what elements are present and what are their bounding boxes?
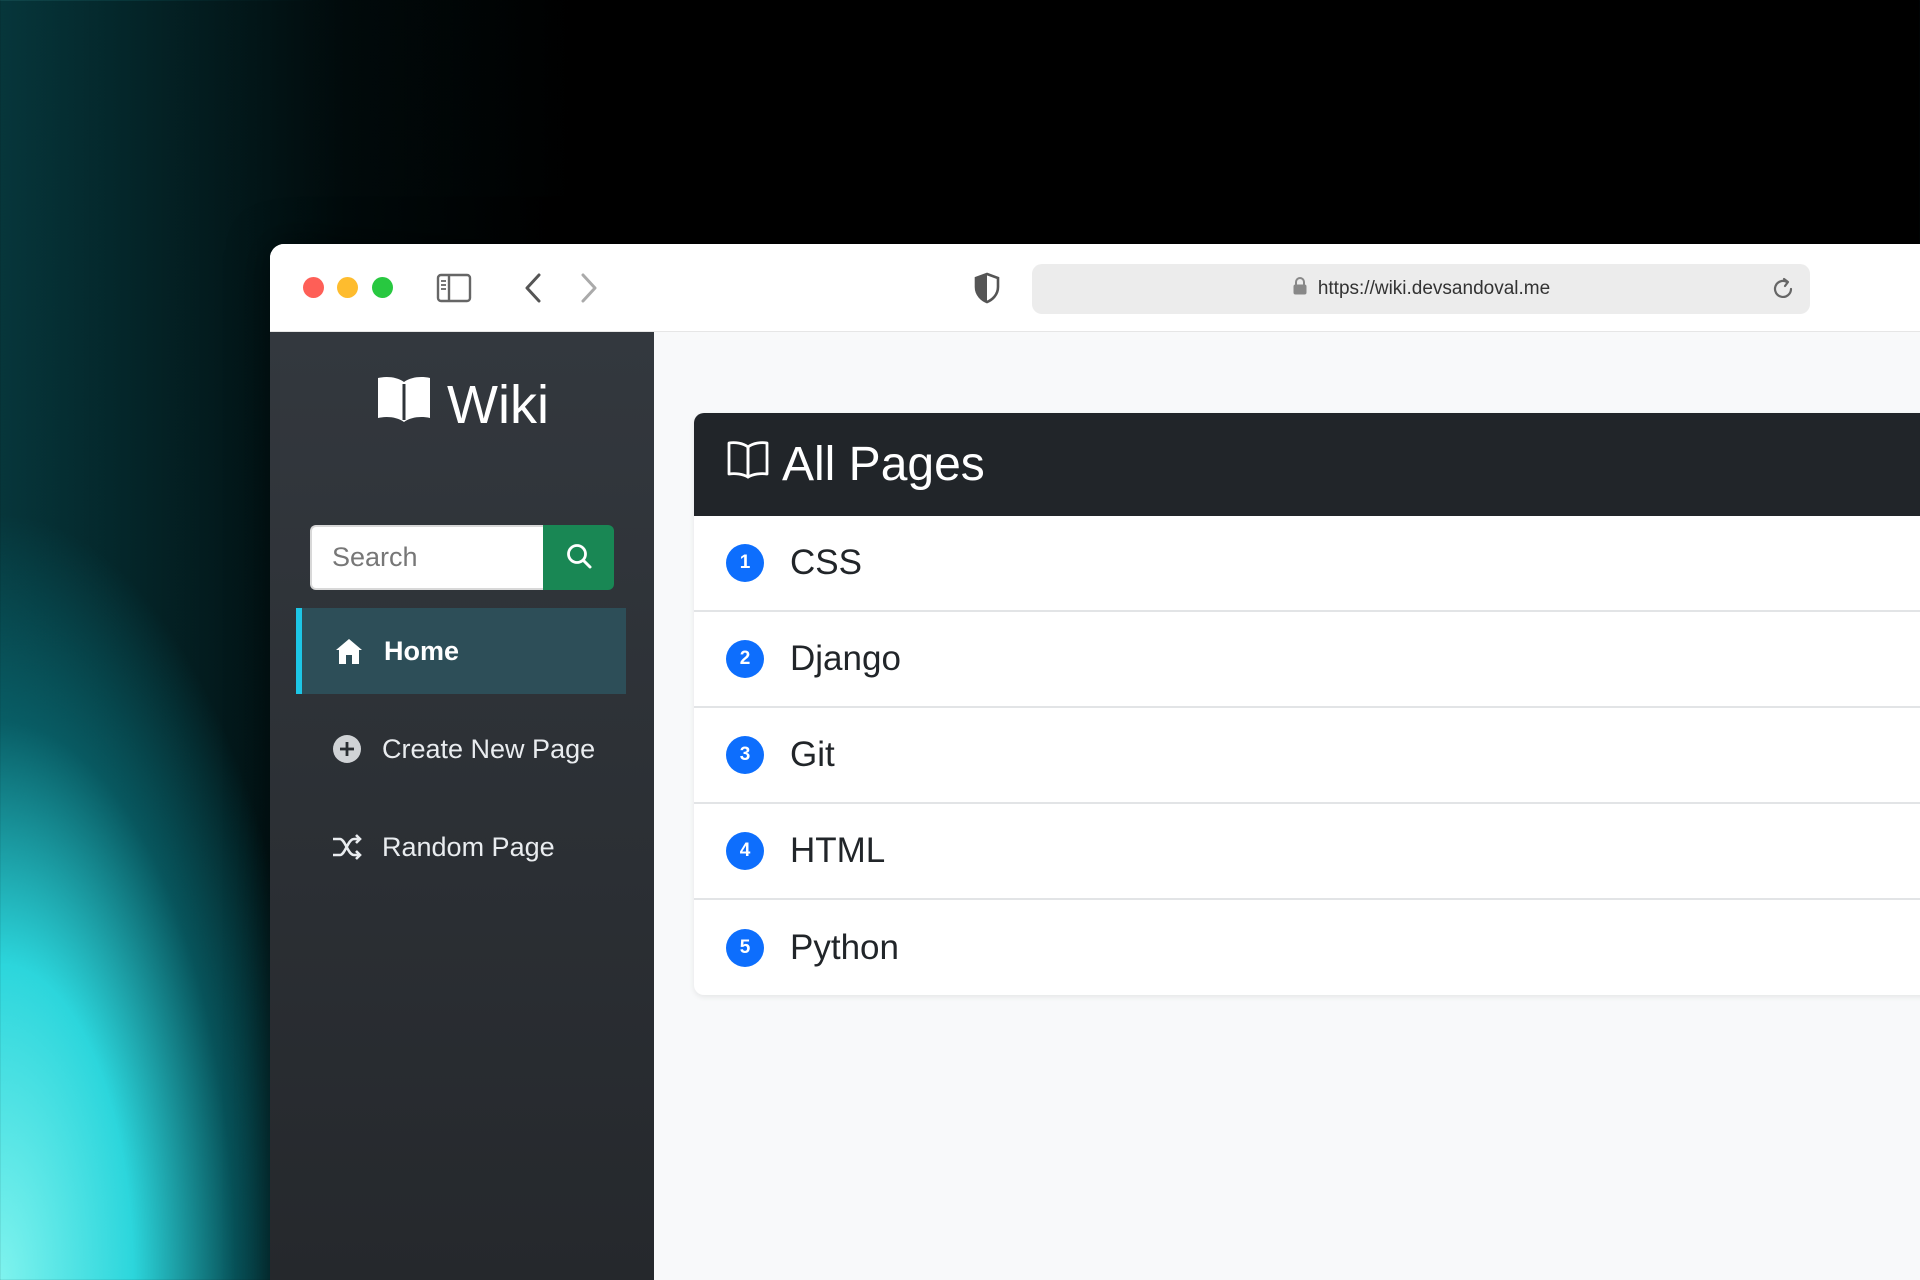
browser-window: https://wiki.devsandoval.me Wiki Search … [270,244,1920,1280]
page-title: All Pages [782,438,985,491]
home-icon [332,634,366,668]
page-list: 1 CSS 2 Django 3 Git 4 HTML 5 Python [694,516,1920,995]
main-content: All Pages 1 CSS 2 Django 3 Git 4 HTML 5 … [654,332,1920,1280]
search-button[interactable] [543,525,614,590]
zoom-window-button[interactable] [372,277,393,298]
privacy-shield-icon[interactable] [970,270,1004,306]
plus-circle-icon [330,732,364,766]
brand-link[interactable]: Wiki [270,370,654,440]
page-number-badge: 1 [726,544,764,582]
url-text: https://wiki.devsandoval.me [1317,278,1551,299]
page-number-badge: 3 [726,736,764,774]
page-item-django[interactable]: 2 Django [694,612,1920,708]
close-window-button[interactable] [303,277,324,298]
nav-create-new-page[interactable]: Create New Page [296,706,626,792]
address-bar[interactable]: https://wiki.devsandoval.me [1032,264,1810,314]
nav-random-label: Random Page [382,831,555,862]
page-number-badge: 5 [726,929,764,967]
sidebar: Wiki Home Create New Page [270,332,654,1280]
brand-name: Wiki [447,375,549,435]
search-input[interactable] [310,525,543,590]
page-item-git[interactable]: 3 Git [694,708,1920,804]
search-form [310,525,614,590]
minimize-window-button[interactable] [337,277,358,298]
search-icon [565,542,593,573]
card-header: All Pages [694,413,1920,516]
page-link[interactable]: Python [790,928,899,968]
all-pages-card: All Pages 1 CSS 2 Django 3 Git 4 HTML 5 … [694,413,1920,995]
back-arrow-icon[interactable] [516,270,550,306]
open-book-icon [375,374,433,437]
lock-icon [1292,276,1308,302]
nav-random-page[interactable]: Random Page [296,804,626,890]
nav-home-label: Home [384,635,460,666]
page-number-badge: 4 [726,832,764,870]
page-link[interactable]: Django [790,639,901,679]
shuffle-icon [330,830,364,864]
reload-icon[interactable] [1770,276,1796,302]
page-number-badge: 2 [726,640,764,678]
page-link[interactable]: Git [790,735,835,775]
book-icon [726,437,770,492]
nav-home[interactable]: Home [296,608,626,694]
browser-toolbar: https://wiki.devsandoval.me [270,244,1920,332]
forward-arrow-icon[interactable] [572,270,606,306]
nav-create-label: Create New Page [382,733,596,764]
page-item-html[interactable]: 4 HTML [694,804,1920,900]
page-link[interactable]: CSS [790,543,862,583]
page-item-python[interactable]: 5 Python [694,900,1920,995]
page-link[interactable]: HTML [790,831,885,871]
page-item-css[interactable]: 1 CSS [694,516,1920,612]
sidebar-toggle-icon[interactable] [436,272,472,304]
